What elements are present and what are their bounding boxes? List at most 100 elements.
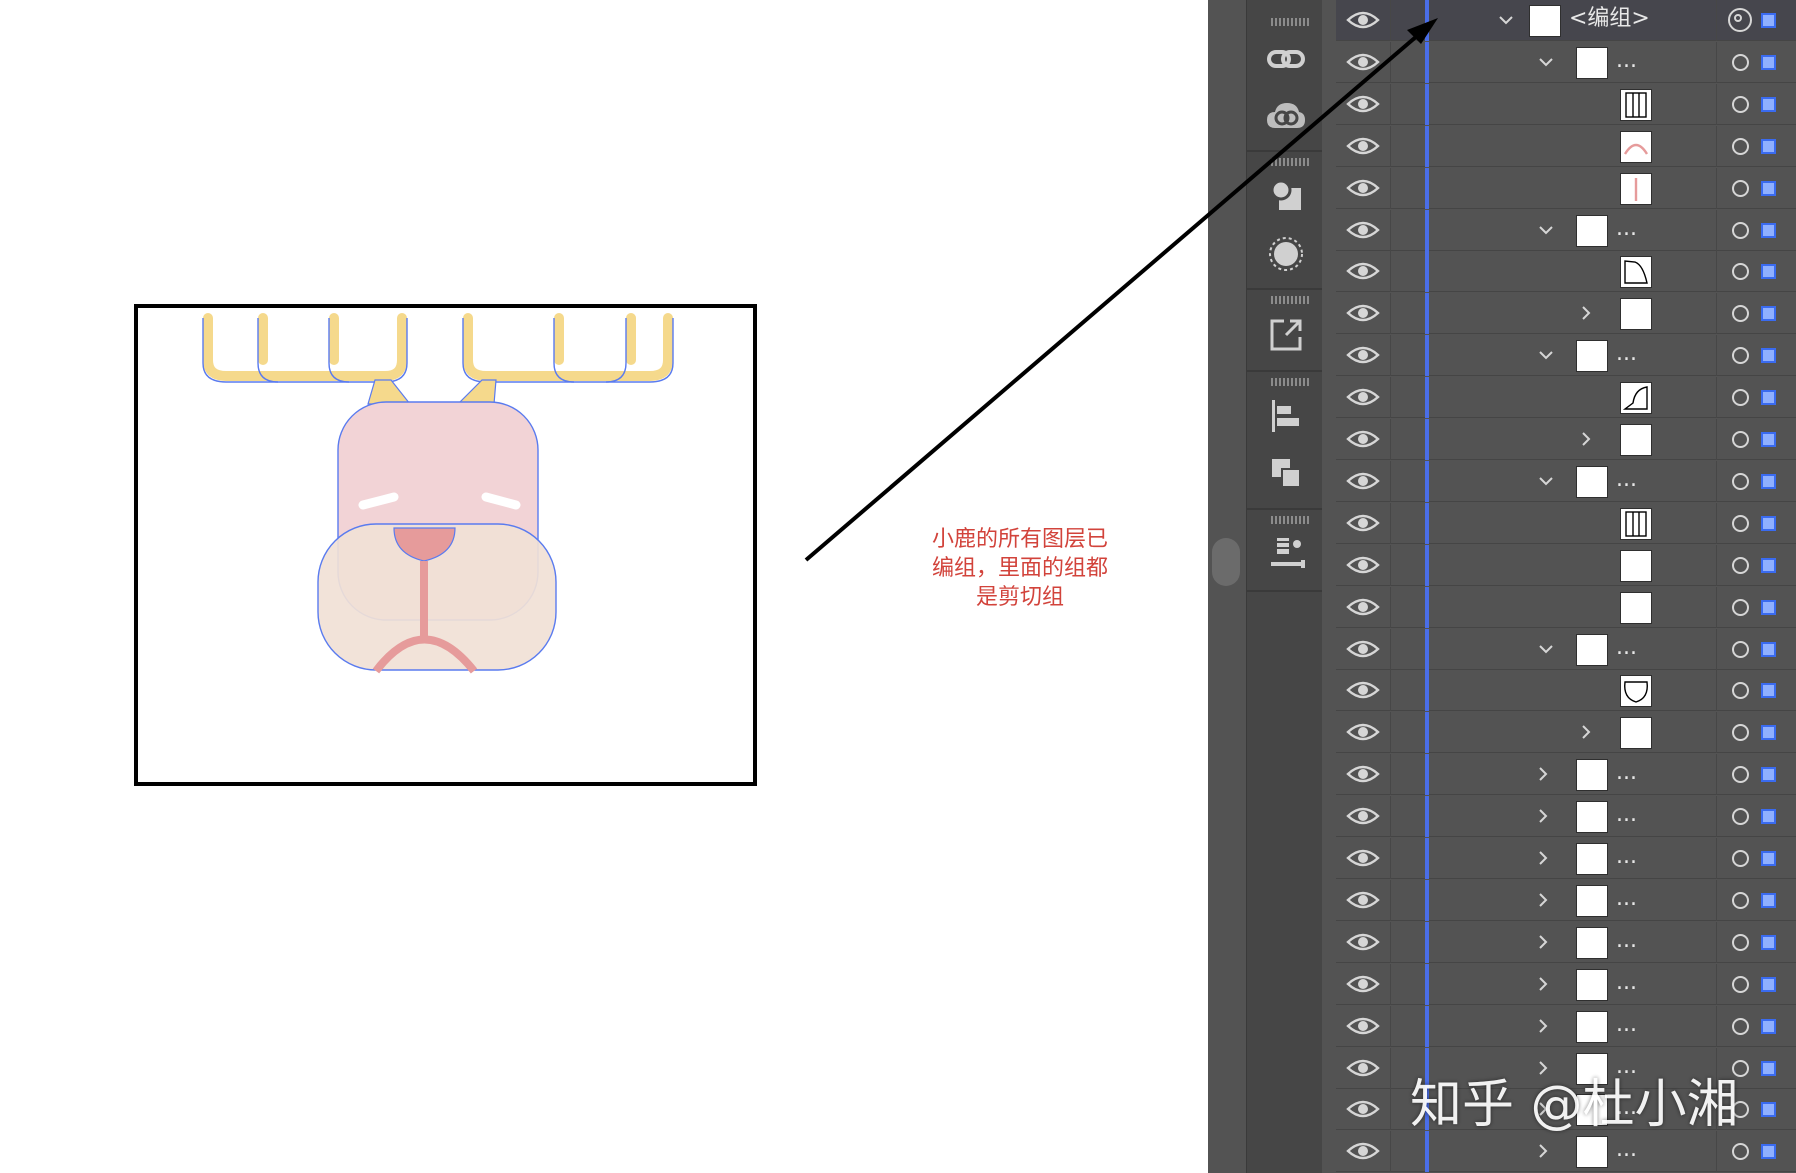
chevron-right-icon[interactable] [1576,721,1596,743]
layer-row[interactable]: <编组> [1336,0,1796,41]
layer-row[interactable] [1336,377,1796,419]
visibility-eye-icon[interactable] [1346,930,1380,954]
selection-square-icon[interactable] [1761,934,1776,950]
layer-row[interactable]: ... [1336,209,1796,251]
lock-column[interactable] [1390,586,1391,628]
lock-column[interactable] [1390,41,1391,83]
visibility-eye-icon[interactable] [1346,678,1380,702]
chevron-right-icon[interactable] [1576,428,1596,450]
selection-square-icon[interactable] [1761,1018,1776,1034]
selection-square-icon[interactable] [1761,222,1776,238]
chevron-down-icon[interactable] [1536,344,1556,366]
selection-square-icon[interactable] [1761,264,1776,280]
chevron-down-icon[interactable] [1536,638,1556,660]
selection-square-icon[interactable] [1761,138,1776,154]
visibility-eye-icon[interactable] [1346,50,1380,74]
layer-name[interactable]: ... [1616,215,1637,243]
selection-square-icon[interactable] [1761,1060,1776,1076]
layer-row[interactable] [1336,586,1796,628]
layer-name[interactable]: ... [1616,885,1637,913]
visibility-eye-icon[interactable] [1346,846,1380,870]
lock-column[interactable] [1390,502,1391,544]
target-circle-icon[interactable] [1732,305,1749,323]
chevron-right-icon[interactable] [1533,1015,1553,1037]
target-circle-icon[interactable] [1732,472,1749,490]
selection-square-icon[interactable] [1761,641,1776,657]
lock-column[interactable] [1390,0,1391,41]
lock-column[interactable] [1390,251,1391,293]
dock-grip[interactable] [1271,158,1311,166]
layer-name[interactable]: ... [1616,969,1637,997]
selection-square-icon[interactable] [1761,180,1776,196]
target-circle-icon[interactable] [1732,724,1749,742]
lock-column[interactable] [1390,879,1391,921]
lock-column[interactable] [1390,963,1391,1005]
lock-column[interactable] [1390,670,1391,712]
lock-column[interactable] [1390,544,1391,586]
target-circle-icon[interactable] [1732,347,1749,365]
target-circle-icon[interactable] [1732,682,1749,700]
chevron-right-icon[interactable] [1533,931,1553,953]
links-icon[interactable] [1263,36,1309,82]
visibility-eye-icon[interactable] [1346,1139,1380,1163]
visibility-eye-icon[interactable] [1346,511,1380,535]
chevron-right-icon[interactable] [1533,763,1553,785]
layer-row[interactable] [1336,670,1796,712]
selection-square-icon[interactable] [1761,892,1776,908]
lock-column[interactable] [1390,796,1391,838]
layer-name[interactable]: ... [1616,340,1637,368]
shapes-icon[interactable] [1263,172,1309,218]
visibility-eye-icon[interactable] [1346,595,1380,619]
layer-row[interactable] [1336,167,1796,209]
selection-square-icon[interactable] [1761,976,1776,992]
layer-name[interactable]: ... [1616,801,1637,829]
target-circle-icon[interactable] [1732,514,1749,532]
visibility-eye-icon[interactable] [1346,762,1380,786]
layer-name[interactable]: ... [1616,466,1637,494]
selection-square-icon[interactable] [1761,1144,1776,1160]
layer-name[interactable]: ... [1616,759,1637,787]
selection-square-icon[interactable] [1761,432,1776,447]
appearance-icon[interactable] [1263,231,1309,277]
layer-row[interactable] [1336,419,1796,460]
layer-row[interactable]: ... [1336,879,1796,921]
target-circle-icon[interactable] [1732,933,1749,951]
pathfinder-icon[interactable] [1263,450,1309,496]
dock-grip[interactable] [1271,296,1311,304]
selection-square-icon[interactable] [1761,306,1776,322]
layer-row[interactable] [1336,712,1796,754]
target-circle-icon[interactable] [1732,598,1749,616]
target-circle-icon[interactable] [1732,808,1749,826]
dock-scroll-handle[interactable] [1212,538,1240,586]
target-circle-icon[interactable] [1732,975,1749,993]
selection-square-icon[interactable] [1761,767,1776,783]
layer-row[interactable]: ... [1336,1131,1796,1173]
selection-square-icon[interactable] [1761,473,1776,489]
visibility-eye-icon[interactable] [1346,176,1380,200]
layer-row[interactable] [1336,502,1796,544]
layer-name[interactable]: ... [1616,927,1637,955]
target-circle-icon[interactable] [1732,556,1749,574]
layer-name[interactable]: ... [1616,1011,1637,1039]
visibility-eye-icon[interactable] [1346,92,1380,116]
chevron-right-icon[interactable] [1533,805,1553,827]
layer-row[interactable]: ... [1336,838,1796,879]
lock-column[interactable] [1390,377,1391,419]
layer-row[interactable]: ... [1336,41,1796,83]
target-circle-icon[interactable] [1732,1143,1749,1161]
dock-grip[interactable] [1271,516,1311,524]
dock-grip[interactable] [1271,378,1311,386]
selection-square-icon[interactable] [1761,96,1776,112]
target-circle-icon[interactable] [1732,95,1749,113]
layer-name[interactable]: <编组> [1569,5,1650,33]
lock-column[interactable] [1390,83,1391,125]
visibility-eye-icon[interactable] [1346,134,1380,158]
visibility-eye-icon[interactable] [1346,385,1380,409]
lock-column[interactable] [1390,209,1391,251]
layer-name[interactable]: ... [1616,47,1637,75]
chevron-down-icon[interactable] [1536,470,1556,492]
target-circle-icon[interactable] [1732,179,1749,197]
lock-column[interactable] [1390,1005,1391,1047]
target-circle-icon[interactable] [1732,640,1749,658]
visibility-eye-icon[interactable] [1346,343,1380,367]
